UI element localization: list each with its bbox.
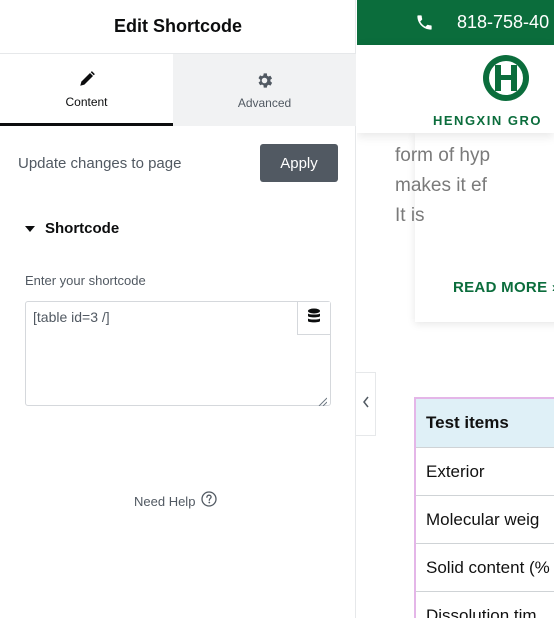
database-icon [307,308,321,329]
collapse-panel-button[interactable] [356,372,376,436]
tab-content-label: Content [65,94,108,109]
phone-icon [415,13,435,33]
apply-button[interactable]: Apply [260,144,338,182]
excerpt-line: makes it ef [395,175,487,196]
logo-wordmark[interactable]: HENGXIN GRO [433,113,542,128]
table-cell: Molecular weig [426,509,540,529]
read-more-link[interactable]: READ MORE » [453,279,554,296]
need-help-text: Need Help [134,494,196,509]
excerpt-line: It is [395,205,425,226]
tab-content[interactable]: Content [0,54,173,126]
gear-icon [255,70,275,90]
excerpt-line: form of hyp [395,145,491,166]
table-header-row: Test items [416,399,554,448]
contact-topbar: 818-758-40 [357,0,554,45]
tab-advanced-label: Advanced [237,96,292,110]
need-help-link[interactable]: Need Help [134,491,218,512]
site-header: HENGXIN GRO [357,45,554,133]
panel-header: Edit Shortcode [0,0,356,54]
table-cell: Exterior [426,461,485,481]
caret-down-icon [25,225,35,232]
table-row: Dissolution tim [416,592,554,618]
specs-table: Test items Exterior Molecular weig Solid… [414,397,554,618]
table-header-cell: Test items [426,413,509,432]
shortcode-field: [table id=3 /] [25,301,331,407]
chevron-left-icon [362,395,370,413]
hengxin-logo-mark[interactable] [481,53,531,103]
dynamic-tags-button[interactable] [297,302,330,335]
shortcode-input[interactable]: [table id=3 /] [26,302,298,405]
shortcode-field-label: Enter your shortcode [25,273,146,288]
page-preview: 818-758-40 HENGXIN GRO releases fre form… [357,0,554,618]
section-title: Shortcode [45,220,120,237]
phone-number[interactable]: 818-758-40 [457,12,549,33]
table-row: Solid content (% [416,544,554,592]
panel-title: Edit Shortcode [113,16,242,36]
update-row: Update changes to page Apply [18,144,338,182]
pencil-icon [77,69,97,89]
table-cell: Solid content (% [426,557,550,577]
question-circle-icon [201,491,218,512]
update-changes-text: Update changes to page [18,154,182,172]
shortcode-section-toggle[interactable]: Shortcode [25,220,119,237]
resize-handle[interactable] [318,393,328,407]
panel-tabs: Content Advanced [0,54,356,126]
tab-advanced[interactable]: Advanced [173,54,356,126]
editor-panel: Edit Shortcode Content Advanced Update c… [0,0,356,618]
table-row: Exterior [416,448,554,496]
table-row: Molecular weig [416,496,554,544]
table-cell: Dissolution tim [426,605,537,618]
